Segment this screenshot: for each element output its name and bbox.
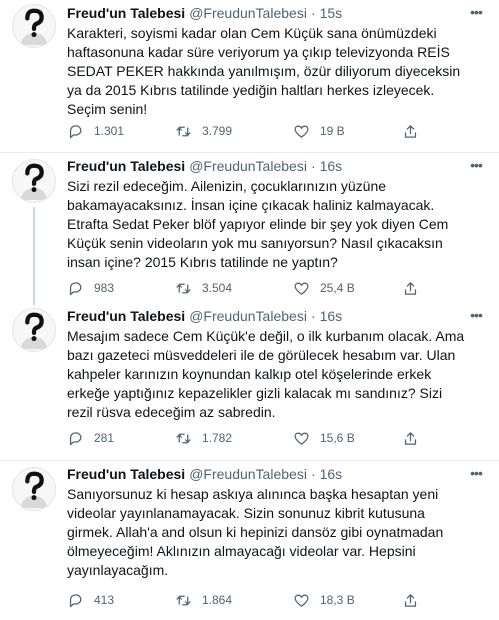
share-button[interactable] bbox=[402, 590, 419, 610]
tweet-4[interactable]: Freud'un Talebesi @FreudunTalebesi · 16s… bbox=[0, 461, 499, 620]
reply-button[interactable]: 983 bbox=[67, 278, 114, 298]
tweet-text: Sanıyorsunuz ki hesap askıya alınınca ba… bbox=[67, 486, 444, 578]
author-name[interactable]: Freud'un Talebesi bbox=[67, 4, 185, 22]
like-icon bbox=[294, 594, 309, 607]
tweet-text: Sizi rezil edeceğim. Ailenizin, çocuklar… bbox=[67, 178, 449, 270]
like-icon bbox=[294, 125, 309, 138]
retweet-icon bbox=[176, 433, 191, 443]
retweet-button[interactable]: 1.864 bbox=[175, 590, 232, 610]
tweet-header: Freud'un Talebesi @FreudunTalebesi · 16s bbox=[67, 307, 342, 325]
tweet-header: Freud'un Talebesi @FreudunTalebesi · 15s bbox=[67, 4, 342, 22]
tweet-actions: 413 1.864 18,3 B bbox=[67, 590, 467, 610]
share-icon bbox=[404, 593, 417, 607]
retweet-count: 3.504 bbox=[202, 281, 233, 295]
share-icon bbox=[404, 281, 417, 295]
reply-icon bbox=[69, 431, 82, 445]
retweet-count: 3.799 bbox=[202, 124, 233, 138]
tweet-3[interactable]: Freud'un Talebesi @FreudunTalebesi · 16s… bbox=[0, 303, 499, 460]
tweet-time[interactable]: 16s bbox=[320, 157, 343, 175]
reply-icon bbox=[69, 593, 82, 607]
author-handle[interactable]: @FreudunTalebesi bbox=[189, 307, 307, 325]
share-button[interactable] bbox=[402, 428, 419, 448]
more-icon[interactable]: ••• bbox=[465, 463, 487, 483]
avatar[interactable] bbox=[12, 308, 56, 352]
question-mark-avatar-icon bbox=[13, 309, 55, 351]
reply-count: 281 bbox=[94, 431, 115, 445]
like-button[interactable]: 18,3 B bbox=[293, 590, 355, 610]
author-name[interactable]: Freud'un Talebesi bbox=[67, 157, 185, 175]
separator-dot: · bbox=[310, 158, 316, 174]
author-handle[interactable]: @FreudunTalebesi bbox=[189, 4, 307, 22]
question-mark-avatar-icon bbox=[13, 160, 55, 202]
tweet-1[interactable]: Freud'un Talebesi @FreudunTalebesi · 15s… bbox=[0, 0, 499, 152]
reply-icon bbox=[69, 281, 82, 295]
more-icon[interactable]: ••• bbox=[465, 155, 487, 175]
reply-count: 413 bbox=[94, 593, 115, 607]
thread-connector-line bbox=[33, 207, 35, 305]
like-count: 19 B bbox=[320, 124, 345, 138]
reply-icon bbox=[69, 124, 82, 138]
share-button[interactable] bbox=[402, 278, 419, 298]
question-mark-avatar-icon bbox=[13, 5, 55, 47]
share-button[interactable] bbox=[402, 121, 419, 141]
retweet-button[interactable]: 1.782 bbox=[175, 428, 232, 448]
like-count: 25,4 B bbox=[320, 281, 355, 295]
like-button[interactable]: 19 B bbox=[293, 121, 345, 141]
tweet-time[interactable]: 15s bbox=[320, 4, 343, 22]
like-icon bbox=[294, 282, 309, 295]
more-icon[interactable]: ••• bbox=[465, 305, 487, 325]
author-handle[interactable]: @FreudunTalebesi bbox=[189, 465, 307, 483]
reply-button[interactable]: 1.301 bbox=[67, 121, 124, 141]
tweet-time[interactable]: 16s bbox=[320, 465, 343, 483]
reply-button[interactable]: 413 bbox=[67, 590, 114, 610]
tweet-text: Karakteri, soyismi kadar olan Cem Küçük … bbox=[67, 25, 461, 117]
question-mark-avatar-icon bbox=[13, 468, 55, 510]
avatar[interactable] bbox=[12, 4, 56, 48]
like-button[interactable]: 15,6 B bbox=[293, 428, 355, 448]
retweet-icon bbox=[176, 126, 191, 136]
separator-dot: · bbox=[310, 466, 316, 482]
separator-dot: · bbox=[310, 308, 316, 324]
like-count: 18,3 B bbox=[320, 593, 355, 607]
tweet-actions: 983 3.504 25,4 B bbox=[67, 278, 467, 298]
retweet-icon bbox=[176, 283, 191, 293]
author-name[interactable]: Freud'un Talebesi bbox=[67, 465, 185, 483]
share-icon bbox=[404, 431, 417, 445]
reply-button[interactable]: 281 bbox=[67, 428, 114, 448]
more-icon[interactable]: ••• bbox=[465, 2, 487, 22]
reply-count: 983 bbox=[94, 281, 115, 295]
author-handle[interactable]: @FreudunTalebesi bbox=[189, 157, 307, 175]
like-count: 15,6 B bbox=[320, 431, 355, 445]
tweet-thread: Freud'un Talebesi @FreudunTalebesi · 15s… bbox=[0, 0, 499, 620]
tweet-actions: 281 1.782 15,6 B bbox=[67, 428, 467, 448]
tweet-text: Mesajım sadece Cem Küçük'e değil, o ilk … bbox=[67, 328, 465, 420]
share-icon bbox=[404, 124, 417, 138]
tweet-actions: 1.301 3.799 19 B bbox=[67, 121, 467, 141]
like-button[interactable]: 25,4 B bbox=[293, 278, 355, 298]
retweet-count: 1.864 bbox=[202, 593, 233, 607]
tweet-2[interactable]: Freud'un Talebesi @FreudunTalebesi · 16s… bbox=[0, 153, 499, 305]
retweet-count: 1.782 bbox=[202, 431, 233, 445]
separator-dot: · bbox=[310, 5, 316, 21]
tweet-header: Freud'un Talebesi @FreudunTalebesi · 16s bbox=[67, 465, 342, 483]
avatar[interactable] bbox=[12, 159, 56, 203]
like-icon bbox=[294, 432, 309, 445]
tweet-time[interactable]: 16s bbox=[320, 307, 343, 325]
retweet-icon bbox=[176, 595, 191, 605]
avatar[interactable] bbox=[12, 467, 56, 511]
tweet-header: Freud'un Talebesi @FreudunTalebesi · 16s bbox=[67, 157, 342, 175]
retweet-button[interactable]: 3.504 bbox=[175, 278, 232, 298]
reply-count: 1.301 bbox=[94, 124, 125, 138]
author-name[interactable]: Freud'un Talebesi bbox=[67, 307, 185, 325]
retweet-button[interactable]: 3.799 bbox=[175, 121, 232, 141]
